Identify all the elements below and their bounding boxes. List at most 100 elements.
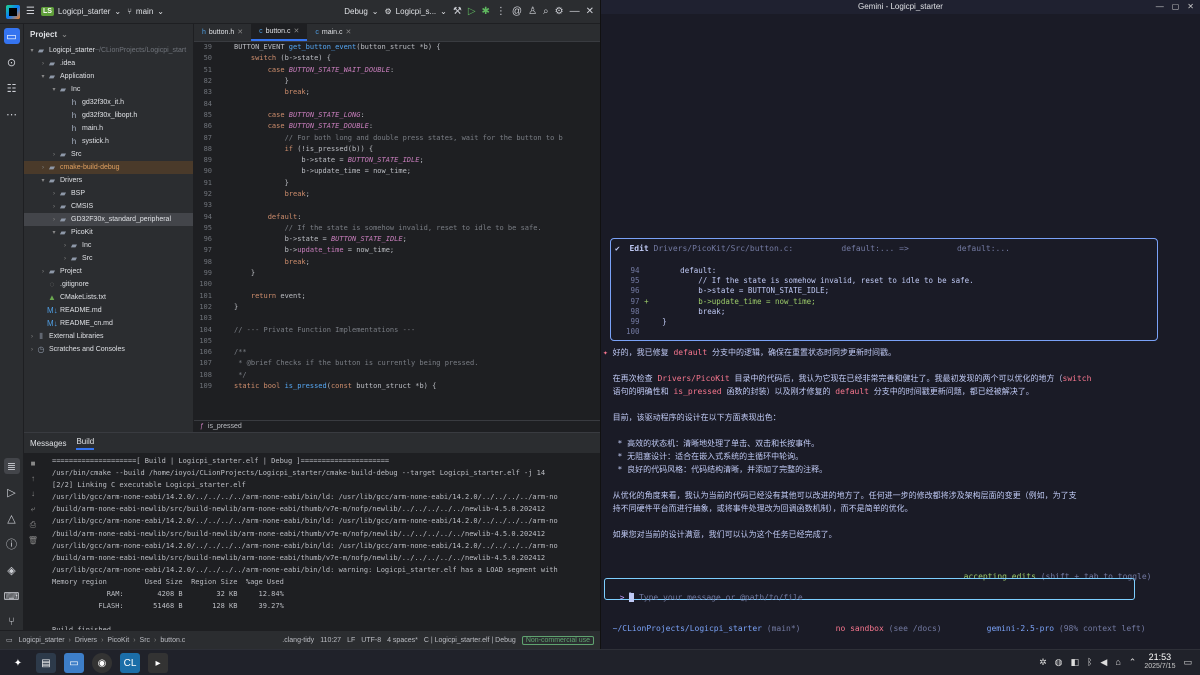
tree-expand-icon[interactable]: › [39,269,47,275]
line-number[interactable]: 91 [194,178,216,189]
maximize-icon[interactable]: ▢ [1172,0,1180,14]
lint-status[interactable]: .clang-tidy [282,637,314,644]
trash-icon[interactable]: 🗑 [28,536,38,545]
add-user-icon[interactable]: ♙ [528,6,537,17]
main-menu-icon[interactable]: ☰ [26,6,35,17]
line-number[interactable]: 89 [194,155,216,166]
tree-expand-icon[interactable]: › [28,334,36,340]
scroll-down-icon[interactable]: ↓ [31,489,35,498]
messages-icon[interactable]: ≣ [3,458,20,474]
line-number[interactable]: 107 [194,358,216,369]
line-number[interactable]: 96 [194,234,216,245]
status-path-segment[interactable]: PicoKit [107,637,129,644]
tree-item[interactable]: › ▰ CMSIS [24,200,193,213]
line-number[interactable]: 109 [194,381,216,392]
tree-expand-icon[interactable]: › [39,165,47,171]
tree-item[interactable]: › ▰ Src [24,148,193,161]
line-number[interactable]: 83 [194,87,216,98]
line-number[interactable]: 100 [194,279,216,290]
tree-item[interactable]: h gd32f30x_libopt.h [24,109,193,122]
tree-item[interactable]: › ▰ Src [24,252,193,265]
tree-expand-icon[interactable]: ▾ [50,229,58,236]
caret-position[interactable]: 110:27 [320,637,341,644]
line-number[interactable]: 93 [194,200,216,211]
tree-expand-icon[interactable]: ▾ [39,73,47,80]
tab-build[interactable]: Build [76,437,95,450]
line-number[interactable]: 103 [194,313,216,324]
project-selector[interactable]: LS Logicpi_starter ⌄ [40,7,121,16]
license-badge[interactable]: Non-commercial use [521,635,594,645]
tree-item[interactable]: › ▰ .idea [24,57,193,70]
close-tab-icon[interactable]: ✕ [237,28,243,36]
tree-item[interactable]: › ◷ Scratches and Consoles [24,343,193,356]
status-path-segment[interactable]: Src [140,637,151,644]
line-number[interactable]: 99 [194,268,216,279]
build-config-selector[interactable]: Debug ⌄ [344,7,378,16]
line-ending[interactable]: LF [347,637,355,644]
more-icon[interactable]: ⋮ [496,6,506,17]
close-icon[interactable]: ✕ [586,6,594,17]
settings-tray-icon[interactable]: ✲ [1039,657,1047,668]
line-number[interactable]: 90 [194,166,216,177]
line-number[interactable]: 85 [194,110,216,121]
line-number[interactable]: 108 [194,370,216,381]
run-target-selector[interactable]: ⚙ Logicpi_s... ⌄ [385,7,447,16]
tree-item[interactable]: › ▰ Inc [24,239,193,252]
line-number[interactable]: 39 [194,42,216,53]
tree-item[interactable]: h systick.h [24,135,193,148]
show-desktop-icon[interactable]: ▭ [1183,657,1192,668]
ai-assistant-icon[interactable]: @ [512,6,522,17]
tree-item[interactable]: ▲ CMakeLists.txt [24,291,193,304]
close-tab-icon[interactable]: ✕ [294,27,300,35]
message-input[interactable]: > ▍ Type your message or @path/to/file [610,584,803,602]
build-context[interactable]: C | Logicpi_starter.elf | Debug [424,637,516,644]
file-manager-icon[interactable]: ▭ [64,653,84,673]
app-launcher-icon[interactable]: ✦ [8,653,28,673]
expand-tray-icon[interactable]: ⌃ [1129,657,1137,668]
line-number[interactable]: 84 [194,99,216,110]
code-editor[interactable]: 39 BUTTON_EVENT get_button_event(button_s… [194,42,600,432]
file-encoding[interactable]: UTF-8 [361,637,381,644]
tree-expand-icon[interactable]: › [61,256,69,262]
tree-expand-icon[interactable]: ▾ [39,177,47,184]
clipboard-tray-icon[interactable]: ◧ [1071,657,1080,668]
problems-icon[interactable]: ⓘ [4,536,20,552]
tree-item[interactable]: ▾ ▰ Drivers [24,174,193,187]
minimize-icon[interactable]: — [1156,0,1164,14]
steam-tray-icon[interactable]: ◍ [1055,657,1063,668]
tree-expand-icon[interactable]: › [28,347,36,353]
indent-setting[interactable]: 4 spaces* [387,637,418,644]
terminal-icon[interactable]: ⌨ [4,588,20,604]
tree-expand-icon[interactable]: › [39,61,47,67]
tree-item[interactable]: › ▰ cmake-build-debug [24,161,193,174]
stop-icon[interactable]: ■ [31,459,36,468]
print-icon[interactable]: ⎙ [30,520,36,530]
minimize-icon[interactable]: — [570,6,580,17]
more-tools-icon[interactable]: ⋯ [4,106,20,122]
desktop-pager-icon[interactable]: ▤ [36,653,56,673]
structure-icon[interactable]: ☷ [4,80,20,96]
tree-expand-icon[interactable]: ▾ [28,47,36,54]
obs-icon[interactable]: ◉ [92,653,112,673]
line-number[interactable]: 102 [194,302,216,313]
line-number[interactable]: 86 [194,121,216,132]
tree-expand-icon[interactable]: › [50,217,58,223]
cmake-icon[interactable]: △ [4,510,20,526]
network-tray-icon[interactable]: ⌂ [1115,657,1120,667]
vcs-commit-icon[interactable]: ⊙ [4,54,20,70]
close-icon[interactable]: ✕ [1187,0,1194,14]
scroll-up-icon[interactable]: ↑ [31,474,35,483]
line-number[interactable]: 104 [194,325,216,336]
line-number[interactable]: 94 [194,212,216,223]
tree-item[interactable]: › ▰ GD32F30x_standard_peripheral [24,213,193,226]
services-icon[interactable]: ◈ [4,562,20,578]
line-number[interactable]: 88 [194,144,216,155]
line-number[interactable]: 82 [194,76,216,87]
wrap-icon[interactable]: ⤶ [31,504,35,514]
line-number[interactable]: 105 [194,336,216,347]
tree-item[interactable]: h main.h [24,122,193,135]
git-icon[interactable]: ⑂ [4,614,20,630]
line-number[interactable]: 106 [194,347,216,358]
tree-expand-icon[interactable]: › [50,191,58,197]
search-icon[interactable]: ⌕ [543,6,549,17]
